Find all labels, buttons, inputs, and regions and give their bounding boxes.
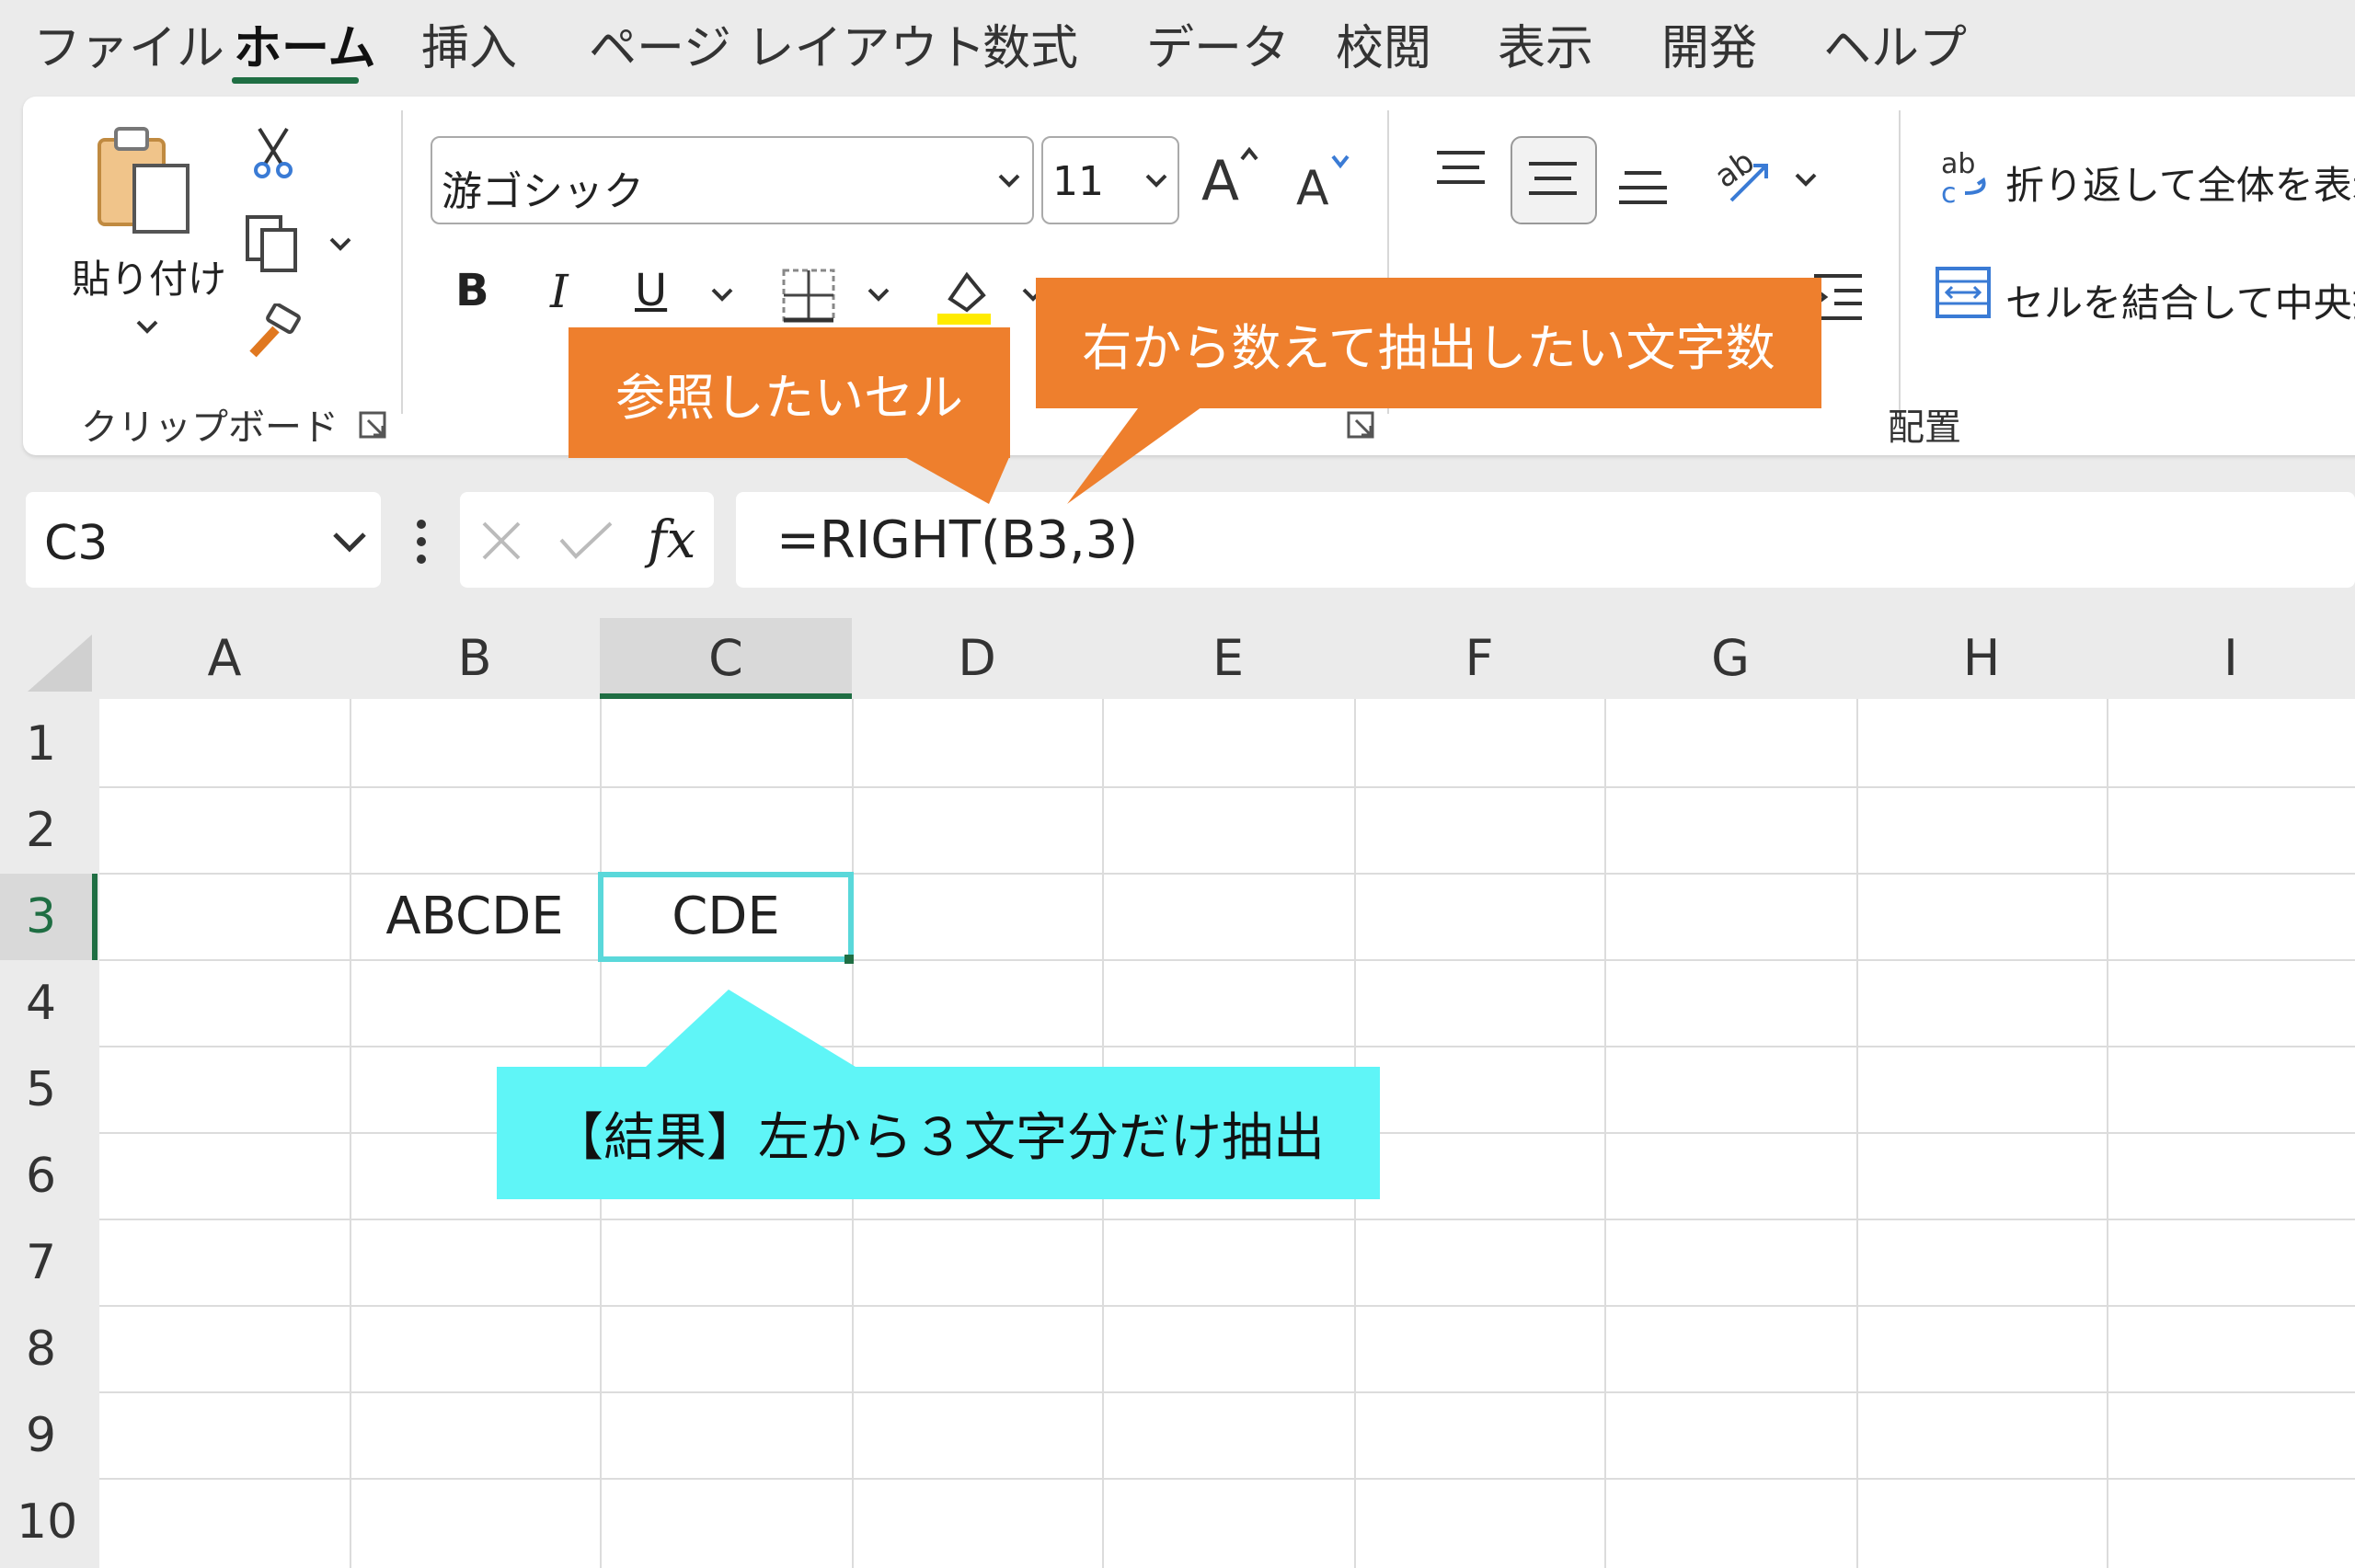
callout-char-count: 右から数えて抽出したい文字数 <box>1036 278 1821 408</box>
callout-result: 【結果】左から３文字分だけ抽出 <box>497 1067 1380 1199</box>
callout-reference-cell: 参照したいセル <box>569 327 1010 458</box>
callout-pointers <box>646 405 1205 1067</box>
